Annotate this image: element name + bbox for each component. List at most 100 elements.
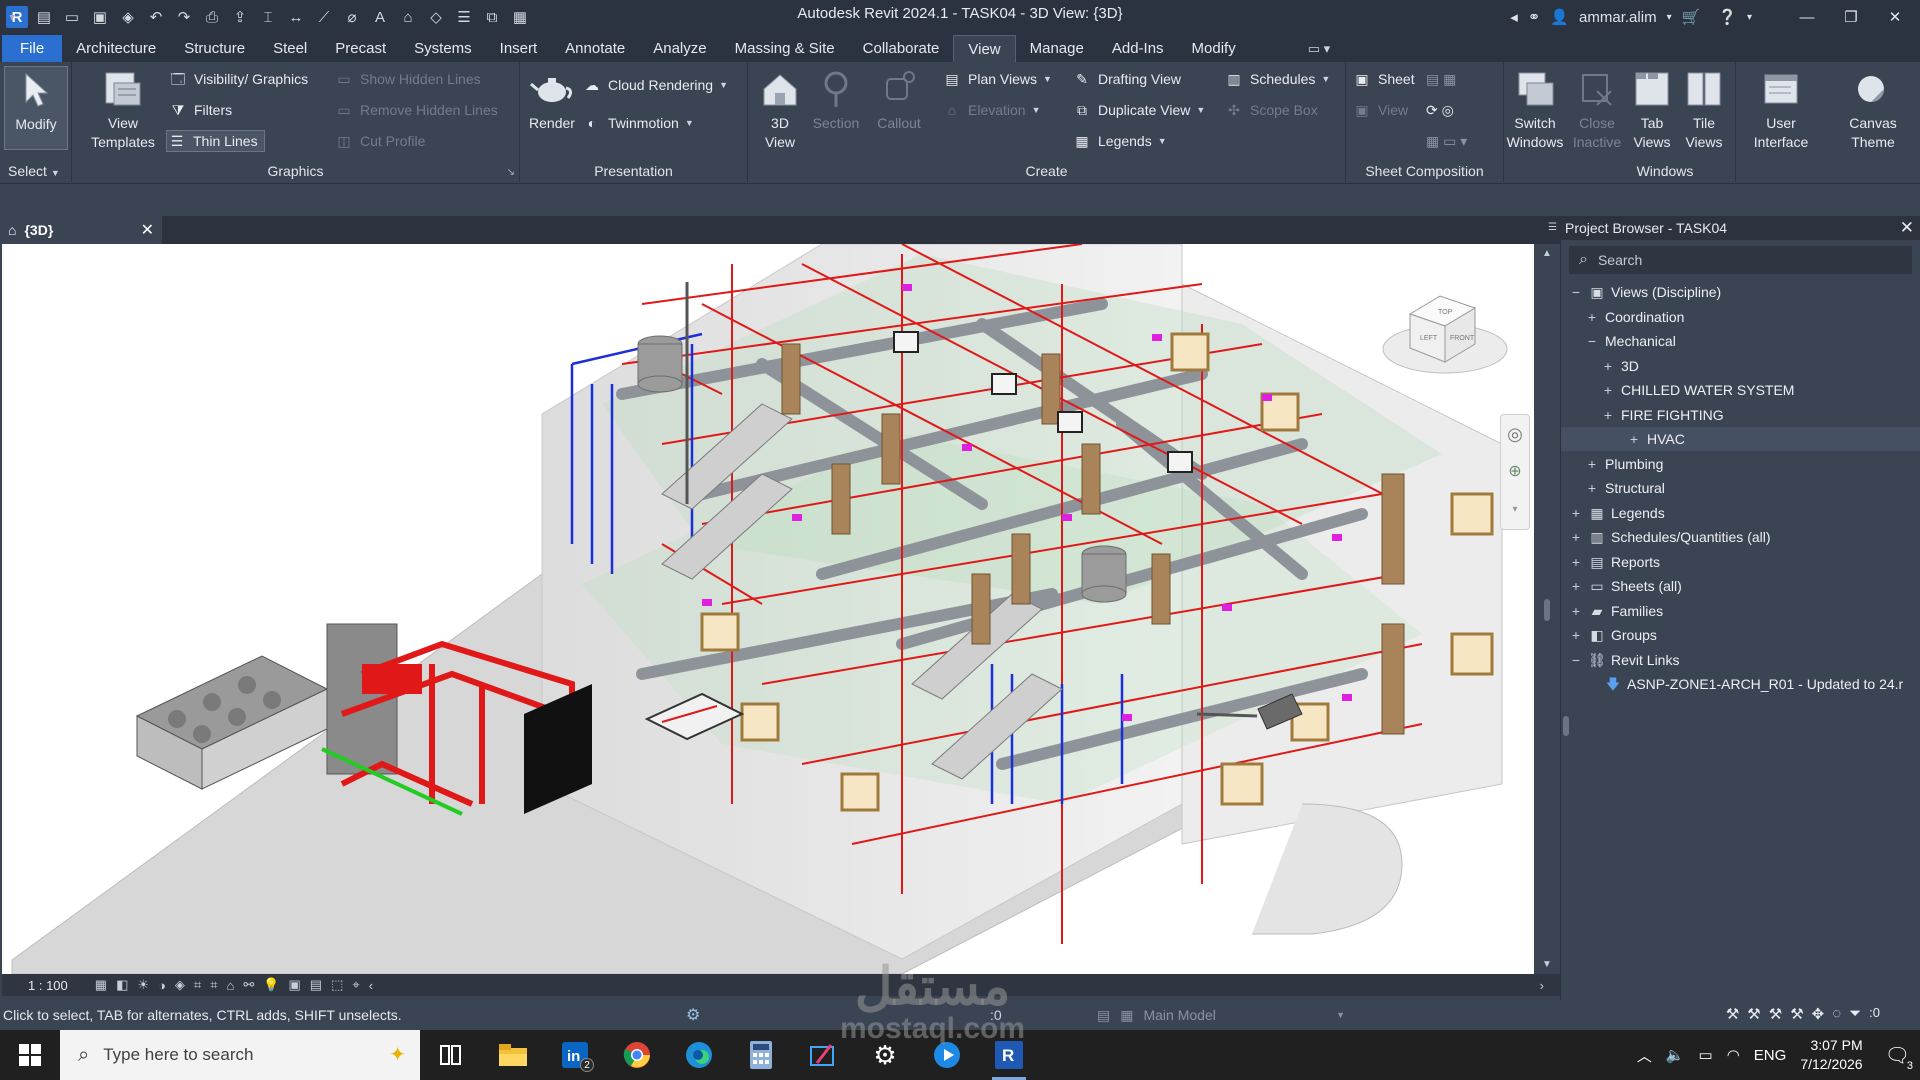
customize-qat-icon[interactable]: ▾ xyxy=(6,6,18,28)
snipping-tool-icon[interactable] xyxy=(792,1030,854,1080)
scroll-right-icon[interactable]: › xyxy=(1540,978,1544,993)
worksharing-display-icon[interactable]: ▤ xyxy=(310,977,322,993)
title-block-icon[interactable]: ▤ ▦ xyxy=(1426,68,1456,90)
default-3d-icon[interactable]: ⌂ xyxy=(396,5,420,29)
shadows-icon[interactable]: ◑ xyxy=(158,978,166,993)
tray-overflow-icon[interactable]: ︿ xyxy=(1637,1045,1652,1066)
tree-item-views-discipline[interactable]: − ▣ Views (Discipline) xyxy=(1569,280,1721,304)
place-view-button[interactable]: ▣ View xyxy=(1352,99,1408,121)
visibility-graphics-button[interactable]: 🗔 Visibility/ Graphics xyxy=(168,68,308,90)
viewcube-left-label[interactable]: LEFT xyxy=(1420,335,1438,342)
tab-steel[interactable]: Steel xyxy=(259,35,321,62)
drafting-view-button[interactable]: ✎ Drafting View xyxy=(1072,68,1181,90)
scroll-down-icon[interactable]: ▼ xyxy=(1542,959,1552,970)
binoculars-icon[interactable]: ⚭ xyxy=(1528,8,1541,26)
close-icon[interactable]: ✕ xyxy=(1878,8,1912,26)
user-icon[interactable]: 👤 xyxy=(1550,8,1569,26)
analytical-model-icon[interactable]: ⬚ xyxy=(331,977,343,993)
restore-icon[interactable]: ❐ xyxy=(1834,8,1868,26)
expand-icon[interactable]: + xyxy=(1601,403,1615,427)
edge-icon[interactable] xyxy=(668,1030,730,1080)
expand-icon[interactable]: + xyxy=(1627,427,1641,451)
tile-views-button[interactable]: Tile Views xyxy=(1676,66,1732,152)
tree-item-sheets-all[interactable]: + ▭ Sheets (all) xyxy=(1569,574,1682,598)
expand-icon[interactable]: + xyxy=(1569,525,1583,549)
tree-item-mechanical[interactable]: − Mechanical xyxy=(1585,329,1676,353)
help-dropdown-icon[interactable]: ▾ xyxy=(1747,12,1752,23)
temporary-hide-icon[interactable]: ⚯ xyxy=(243,977,254,993)
elevation-button[interactable]: ⌂ Elevation ▼ xyxy=(942,99,1041,121)
tree-item-3d[interactable]: +3D xyxy=(1601,354,1639,378)
scope-box-button[interactable]: ✣ Scope Box xyxy=(1224,99,1318,121)
tab-structure[interactable]: Structure xyxy=(170,35,259,62)
language-indicator[interactable]: ENG xyxy=(1754,1047,1787,1064)
tree-item-schedules-quantities-all[interactable]: + ▥ Schedules/Quantities (all) xyxy=(1569,525,1771,549)
user-name[interactable]: ammar.alim xyxy=(1579,9,1657,26)
legends-button[interactable]: ▦ Legends ▼ xyxy=(1072,130,1166,152)
steering-wheel-icon[interactable]: ◎ xyxy=(1501,415,1529,453)
viewcube-front-label[interactable]: FRONT xyxy=(1450,335,1475,342)
task-view-icon[interactable] xyxy=(420,1030,482,1080)
collapse-icon[interactable]: − xyxy=(1569,648,1583,672)
minimize-icon[interactable]: — xyxy=(1790,9,1824,26)
revisions-icon[interactable]: ⟳ ◎ xyxy=(1426,99,1454,121)
expand-icon[interactable]: + xyxy=(1601,378,1615,402)
reveal-hidden-icon[interactable]: 💡 xyxy=(263,977,279,993)
battery-icon[interactable]: ▭ xyxy=(1699,1046,1713,1064)
expand-icon[interactable]: + xyxy=(1585,452,1599,476)
background-processes-icon[interactable]: ◌ xyxy=(1832,1005,1841,1023)
guide-grid-icon[interactable]: ▦ ▭ ▾ xyxy=(1426,130,1467,152)
tree-item-groups[interactable]: + ◧ Groups xyxy=(1569,623,1657,647)
network-icon[interactable]: ◠ xyxy=(1727,1046,1740,1064)
tab-manage[interactable]: Manage xyxy=(1016,35,1098,62)
expand-icon[interactable]: + xyxy=(1585,476,1599,500)
highlight-displacement-icon[interactable]: ⌖ xyxy=(352,977,359,993)
viewcube-top-label[interactable]: TOP xyxy=(1438,309,1453,316)
help-icon[interactable]: ❔ xyxy=(1718,8,1737,26)
revit-taskbar-icon[interactable]: R xyxy=(978,1030,1040,1080)
vertical-scrollbar[interactable]: ▲ ▼ xyxy=(1536,244,1560,974)
tab-analyze[interactable]: Analyze xyxy=(639,35,720,62)
chrome-icon[interactable] xyxy=(606,1030,668,1080)
view-templates-button[interactable]: View Templates xyxy=(84,66,162,152)
3d-view-button[interactable]: 3D View xyxy=(752,66,808,152)
close-hidden-icon[interactable]: ⧉ xyxy=(480,5,504,29)
tree-item-coordination[interactable]: + Coordination xyxy=(1585,305,1684,329)
tree-item-plumbing[interactable]: + Plumbing xyxy=(1585,452,1663,476)
render-button[interactable]: Render xyxy=(524,66,580,133)
tab-modify[interactable]: Modify xyxy=(1178,35,1250,62)
collapse-icon[interactable]: − xyxy=(1585,329,1599,353)
temporary-view-properties-icon[interactable]: ▣ xyxy=(288,977,300,993)
tab-file[interactable]: File xyxy=(2,35,63,62)
aligned-dimension-icon[interactable]: ⌀ xyxy=(340,5,364,29)
home-icon[interactable]: ▤ xyxy=(32,5,56,29)
tree-item-revit-links[interactable]: − ⛓ Revit Links xyxy=(1569,648,1680,672)
tag-icon[interactable]: ⟋ xyxy=(312,5,336,29)
twinmotion-button[interactable]: ◐ Twinmotion ▼ xyxy=(582,112,694,134)
tree-item-chilled-water-system[interactable]: + CHILLED WATER SYSTEM xyxy=(1601,378,1795,402)
graphics-dialog-launcher-icon[interactable]: ↘ xyxy=(507,167,515,178)
open-icon[interactable]: ▭ xyxy=(60,5,84,29)
switch-windows-qat-icon[interactable]: ▦ xyxy=(508,5,532,29)
view-scale[interactable]: 1 : 100 xyxy=(28,978,68,993)
tree-item-fire-fighting[interactable]: + FIRE FIGHTING xyxy=(1601,403,1724,427)
show-hidden-lines-button[interactable]: ▭ Show Hidden Lines xyxy=(334,68,480,90)
switch-windows-button[interactable]: Switch Windows xyxy=(1504,66,1566,152)
measure-icon[interactable]: ⌶ xyxy=(256,5,280,29)
render-dialog-icon[interactable]: ◈ xyxy=(175,977,185,993)
redo-icon[interactable]: ↷ xyxy=(172,5,196,29)
schedules-button[interactable]: ▥ Schedules ▼ xyxy=(1224,68,1330,90)
select-pinned-icon[interactable]: ⚒ xyxy=(1769,1005,1782,1023)
close-inactive-button[interactable]: Close Inactive xyxy=(1566,66,1628,152)
scroll-thumb[interactable] xyxy=(1544,599,1550,621)
collapse-icon[interactable]: − xyxy=(1569,280,1583,304)
duplicate-view-button[interactable]: ⧉ Duplicate View ▼ xyxy=(1072,99,1205,121)
tree-item-families[interactable]: + ▰ Families xyxy=(1569,599,1663,623)
nav-bar-options-icon[interactable]: ▾ xyxy=(1501,491,1529,529)
tab-systems[interactable]: Systems xyxy=(400,35,486,62)
tree-item-hvac[interactable]: + HVAC xyxy=(1561,427,1920,451)
visual-style-icon[interactable]: ◧ xyxy=(116,977,128,993)
calculator-icon[interactable] xyxy=(730,1030,792,1080)
tab-massing-site[interactable]: Massing & Site xyxy=(721,35,849,62)
undo-icon[interactable]: ↶ xyxy=(144,5,168,29)
